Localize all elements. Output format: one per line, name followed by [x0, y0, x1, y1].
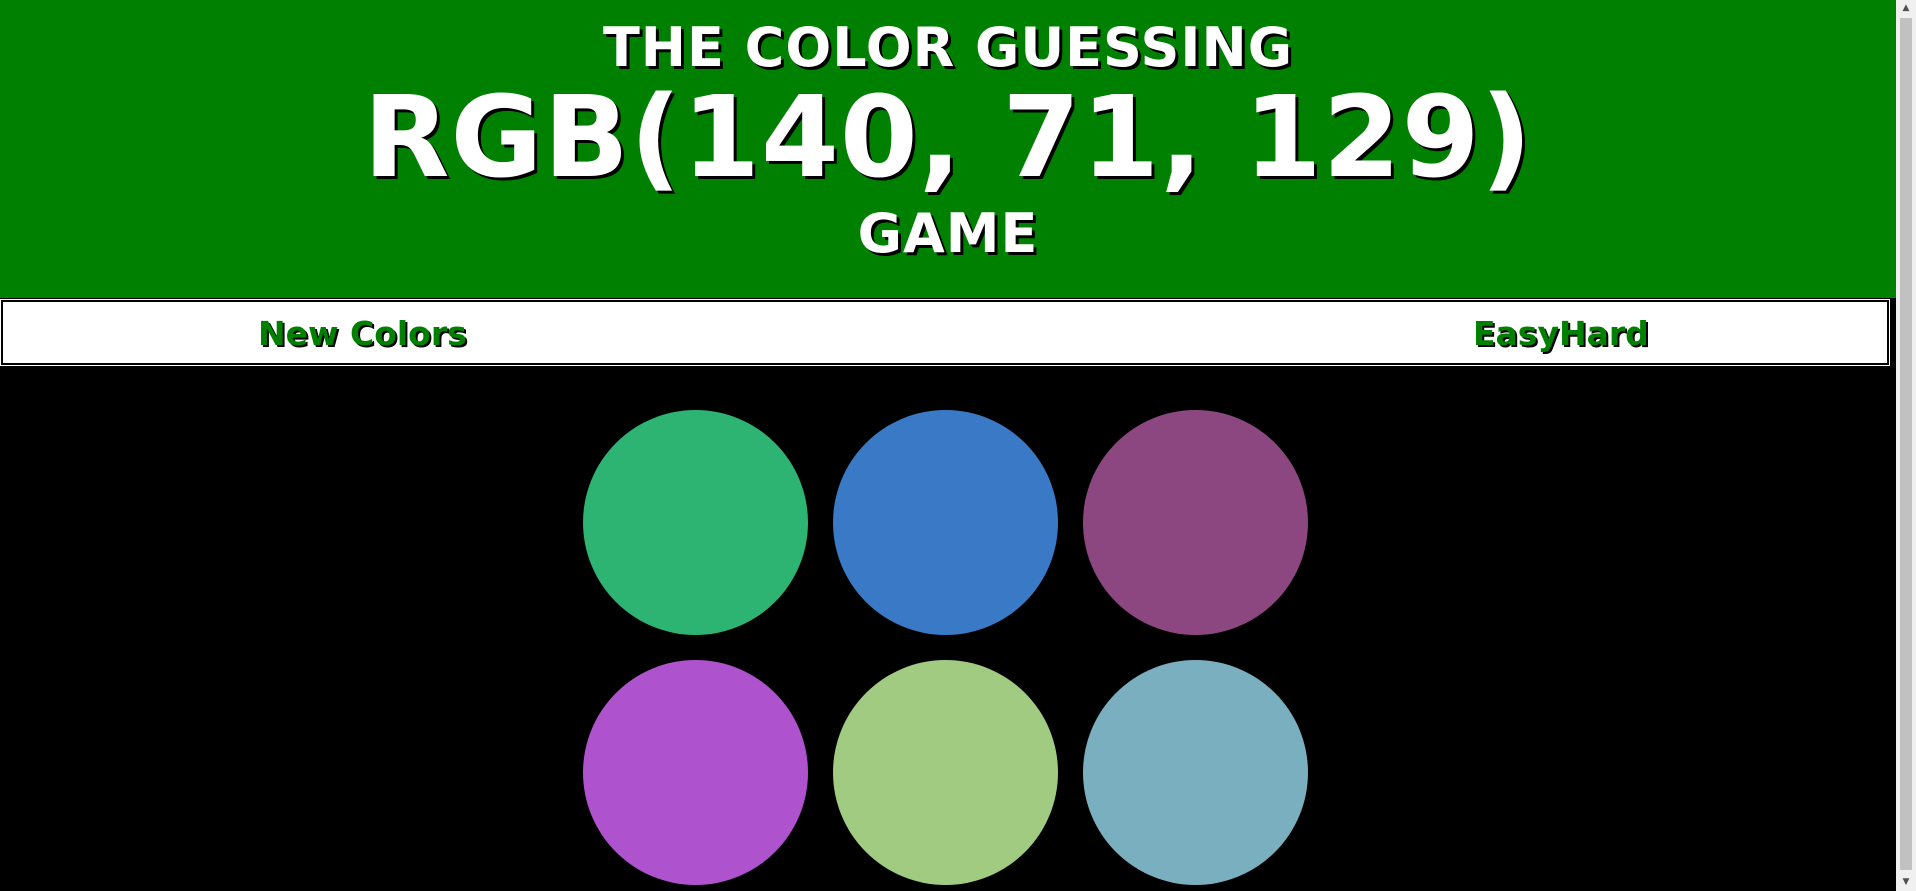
title-bottom: GAME	[857, 202, 1039, 265]
color-squares-container	[583, 410, 1309, 890]
new-colors-button[interactable]: New Colors	[258, 310, 467, 358]
color-square[interactable]	[583, 410, 808, 635]
color-square[interactable]	[583, 660, 808, 885]
game-header: THE COLOR GUESSING RGB(140, 71, 129) GAM…	[0, 0, 1896, 298]
easy-mode-button[interactable]: Easy	[1473, 314, 1559, 353]
rgb-target-display: RGB(140, 71, 129)	[363, 73, 1533, 203]
color-square[interactable]	[833, 660, 1058, 885]
game-page: THE COLOR GUESSING RGB(140, 71, 129) GAM…	[0, 0, 1896, 891]
controls-stripe: New Colors EasyHard	[0, 299, 1890, 366]
color-square[interactable]	[1083, 660, 1308, 885]
color-square[interactable]	[833, 410, 1058, 635]
app: THE COLOR GUESSING RGB(140, 71, 129) GAM…	[0, 0, 1916, 891]
scrollbar-thumb[interactable]	[1900, 18, 1912, 870]
color-square[interactable]	[1083, 410, 1308, 635]
vertical-scrollbar[interactable]: ▲ ▼	[1896, 0, 1916, 891]
difficulty-modes: EasyHard	[1473, 310, 1649, 358]
hard-mode-button[interactable]: Hard	[1559, 314, 1649, 353]
arrow-down-icon[interactable]: ▼	[1896, 874, 1916, 891]
arrow-up-icon[interactable]: ▲	[1896, 0, 1916, 17]
